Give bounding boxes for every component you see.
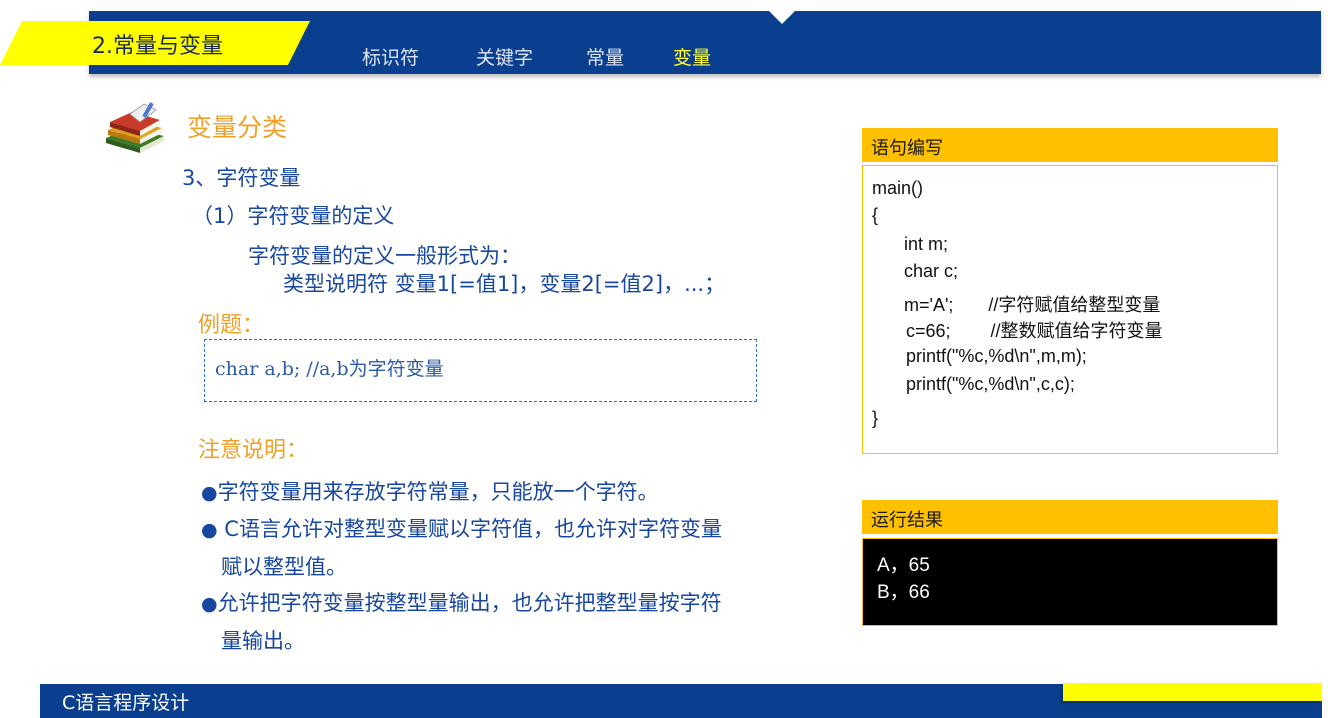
example-code: char a,b; //a,b为字符变量 (215, 358, 444, 380)
notes-label: 注意说明： (198, 438, 309, 463)
bullet-text: C语言允许对整型变量赋以字符值，也允许对字符变量 (224, 517, 722, 541)
bullet-text: 字符变量用来存放字符常量，只能放一个字符。 (217, 480, 659, 504)
bullet-item: ●字符变量用来存放字符常量，只能放一个字符。 (201, 474, 801, 512)
footer-title: C语言程序设计 (62, 692, 190, 714)
code-line: printf("%c,%d\n",m,m); (906, 346, 1087, 366)
nav-item-keyword[interactable]: 关键字 (476, 43, 533, 70)
books-icon (106, 102, 164, 153)
nav-item-variable[interactable]: 变量 (673, 43, 711, 70)
bullet-item: ● C语言允许对整型变量赋以字符值，也允许对字符变量 赋以整型值。 (201, 511, 801, 586)
bullet-icon: ● (201, 482, 218, 504)
result-line: A，65 (877, 555, 930, 576)
code-panel-header: 语句编写 (862, 128, 1278, 162)
subheading-definition: （1）字符变量的定义 (192, 204, 395, 228)
subheading-char-variable: 3、字符变量 (182, 166, 301, 190)
section-heading: 变量分类 (187, 113, 288, 142)
result-panel-header: 运行结果 (862, 500, 1278, 534)
definition-syntax: 类型说明符 变量1[=值1]，变量2[=值2]，...； (283, 272, 726, 296)
code-line: char c; (904, 261, 959, 281)
bullet-icon: ● (201, 593, 218, 615)
example-code-box: char a,b; //a,b为字符变量 (204, 339, 757, 402)
code-line: c=66; //整数赋值给字符变量 (906, 321, 1163, 341)
nav-item-constant[interactable]: 常量 (586, 43, 624, 70)
bullet-text-continued: 量输出。 (221, 629, 305, 653)
footer-accent-stripe (1063, 683, 1322, 701)
nav-item-identifier[interactable]: 标识符 (362, 43, 419, 70)
code-line: main() (872, 178, 924, 198)
result-console: A，65 B，66 (862, 538, 1278, 626)
code-line: } (872, 408, 879, 428)
code-line: { (872, 205, 879, 225)
active-nav-pointer (769, 11, 795, 24)
example-label: 例题： (198, 313, 265, 338)
bullet-text-continued: 赋以整型值。 (221, 555, 347, 579)
code-line: int m; (904, 234, 949, 254)
code-line: printf("%c,%d\n",c,c); (906, 374, 1075, 394)
bullet-item: ●允许把字符变量按整型量输出，也允许把整型量按字符 量输出。 (201, 585, 801, 660)
definition-text: 字符变量的定义一般形式为： (248, 244, 521, 268)
section-title: 2.常量与变量 (92, 34, 223, 59)
bullet-icon: ● (201, 519, 218, 541)
result-line: B，66 (877, 582, 930, 603)
code-line: m='A'; //字符赋值给整型变量 (904, 295, 1161, 315)
bullet-text: 允许把字符变量按整型量输出，也允许把整型量按字符 (217, 591, 722, 615)
section-title-tab: 2.常量与变量 (0, 21, 310, 65)
code-panel: main() { int m; char c; m='A'; //字符赋值给整型… (862, 165, 1278, 454)
